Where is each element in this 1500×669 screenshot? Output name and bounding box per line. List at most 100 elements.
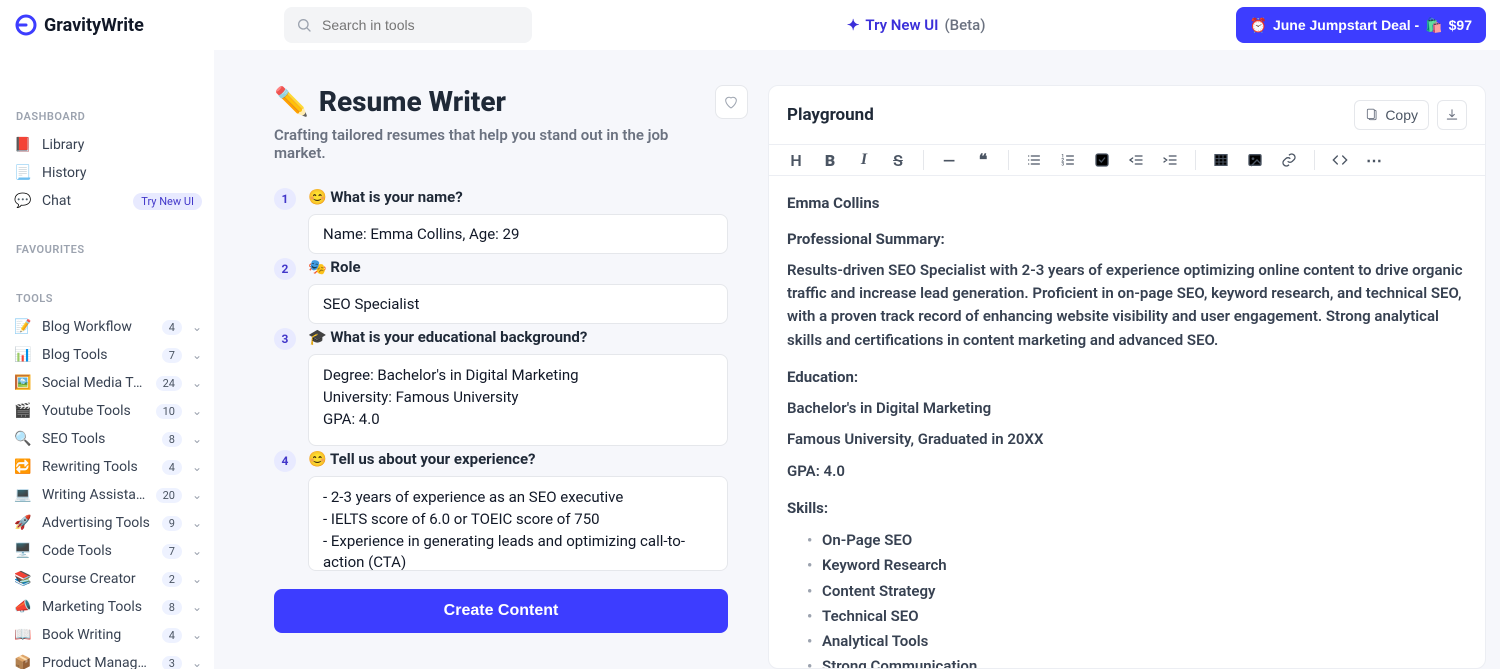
count-badge: 7 bbox=[162, 348, 182, 363]
copy-button[interactable]: Copy bbox=[1354, 100, 1429, 130]
count-badge: 4 bbox=[162, 460, 182, 475]
table-button[interactable] bbox=[1206, 145, 1236, 175]
count-badge: 3 bbox=[162, 656, 182, 669]
section-tools: TOOLS bbox=[16, 292, 202, 305]
question-label: 😊 Tell us about your experience? bbox=[308, 450, 728, 468]
sidebar-item-course-creator[interactable]: 📚 Course Creator 2 ⌄ bbox=[14, 565, 202, 593]
chevron-down-icon: ⌄ bbox=[192, 348, 202, 362]
main: ✏️ Resume Writer Crafting tailored resum… bbox=[214, 50, 1500, 669]
nav-label: Product Managemen bbox=[42, 655, 152, 669]
search-icon bbox=[296, 17, 312, 33]
tag-new: Try New UI bbox=[133, 193, 202, 210]
editor-toolbar: H B I S — ❝ 123 bbox=[769, 144, 1485, 176]
bag-icon: 🛍️ bbox=[1425, 17, 1442, 34]
download-icon bbox=[1445, 108, 1459, 122]
sidebar-item-library[interactable]: 📕 Library bbox=[14, 131, 202, 159]
sidebar-item-marketing-tools[interactable]: 📣 Marketing Tools 8 ⌄ bbox=[14, 593, 202, 621]
sidebar-item-youtube-tools[interactable]: 🎬 Youtube Tools 10 ⌄ bbox=[14, 397, 202, 425]
sidebar-item-history[interactable]: 📃 History bbox=[14, 159, 202, 187]
skill-item: Technical SEO bbox=[797, 604, 1467, 629]
hr-button[interactable]: — bbox=[934, 145, 964, 175]
italic-button[interactable]: I bbox=[849, 145, 879, 175]
question-4: 4 😊 Tell us about your experience? - 2-3… bbox=[274, 450, 728, 571]
sidebar-item-blog-tools[interactable]: 📊 Blog Tools 7 ⌄ bbox=[14, 341, 202, 369]
count-badge: 10 bbox=[156, 404, 182, 419]
question-3: 3 🎓 What is your educational background?… bbox=[274, 328, 728, 446]
outdent-button[interactable] bbox=[1121, 145, 1151, 175]
nav-label: Marketing Tools bbox=[42, 599, 152, 615]
sidebar-item-advertising-tools[interactable]: 🚀 Advertising Tools 9 ⌄ bbox=[14, 509, 202, 537]
section-dashboard: DASHBOARD bbox=[16, 110, 202, 123]
nav-icon: 💬 bbox=[14, 193, 32, 209]
more-button[interactable]: ⋯ bbox=[1359, 145, 1389, 175]
step-number: 4 bbox=[274, 450, 296, 472]
sidebar-item-seo-tools[interactable]: 🔍 SEO Tools 8 ⌄ bbox=[14, 425, 202, 453]
step-number: 1 bbox=[274, 188, 296, 210]
code-button[interactable] bbox=[1325, 145, 1355, 175]
count-badge: 9 bbox=[162, 516, 182, 531]
checklist-button[interactable] bbox=[1087, 145, 1117, 175]
brand-logo[interactable]: GravityWrite bbox=[14, 13, 204, 37]
chevron-down-icon: ⌄ bbox=[192, 404, 202, 418]
out-name: Emma Collins bbox=[787, 192, 1467, 215]
image-button[interactable] bbox=[1240, 145, 1270, 175]
sidebar-item-blog-workflow[interactable]: 📝 Blog Workflow 4 ⌄ bbox=[14, 313, 202, 341]
skill-item: Keyword Research bbox=[797, 553, 1467, 578]
answer-textarea-3[interactable]: Degree: Bachelor's in Digital Marketing … bbox=[308, 354, 728, 446]
nav-label: Book Writing bbox=[42, 627, 152, 643]
sidebar-item-code-tools[interactable]: 🖥️ Code Tools 7 ⌄ bbox=[14, 537, 202, 565]
sidebar-item-product-managemen[interactable]: 📦 Product Managemen 3 ⌄ bbox=[14, 649, 202, 669]
nav-label: Chat bbox=[42, 193, 123, 209]
indent-button[interactable] bbox=[1155, 145, 1185, 175]
nav-icon: 🔁 bbox=[14, 459, 32, 475]
question-label: 🎓 What is your educational background? bbox=[308, 328, 728, 346]
nav-icon: 🚀 bbox=[14, 515, 32, 531]
download-button[interactable] bbox=[1437, 100, 1467, 130]
search-input[interactable] bbox=[322, 17, 520, 33]
chevron-down-icon: ⌄ bbox=[192, 628, 202, 642]
nav-label: Library bbox=[42, 137, 202, 153]
ol-button[interactable]: 123 bbox=[1053, 145, 1083, 175]
deal-button[interactable]: ⏰ June Jumpstart Deal - 🛍️ $97 bbox=[1236, 7, 1487, 43]
answer-input-2[interactable] bbox=[308, 284, 728, 324]
tool-subtitle: Crafting tailored resumes that help you … bbox=[274, 126, 715, 162]
link-button[interactable] bbox=[1274, 145, 1304, 175]
nav-icon: 📝 bbox=[14, 319, 32, 335]
nav-label: Blog Workflow bbox=[42, 319, 152, 335]
logo-icon bbox=[14, 13, 38, 37]
nav-label: Social Media Tools bbox=[42, 375, 146, 391]
answer-input-1[interactable] bbox=[308, 214, 728, 254]
strike-button[interactable]: S bbox=[883, 145, 913, 175]
chevron-down-icon: ⌄ bbox=[192, 320, 202, 334]
try-new-ui-link[interactable]: ✦ Try New UI (Beta) bbox=[847, 16, 986, 34]
ul-button[interactable] bbox=[1019, 145, 1049, 175]
nav-icon: 📖 bbox=[14, 627, 32, 643]
count-badge: 20 bbox=[156, 488, 182, 503]
chevron-down-icon: ⌄ bbox=[192, 432, 202, 446]
sidebar-item-writing-assistant[interactable]: 💻 Writing Assistant 20 ⌄ bbox=[14, 481, 202, 509]
quote-button[interactable]: ❝ bbox=[968, 145, 998, 175]
sidebar-item-rewriting-tools[interactable]: 🔁 Rewriting Tools 4 ⌄ bbox=[14, 453, 202, 481]
sidebar-item-chat[interactable]: 💬 Chat Try New UI bbox=[14, 187, 202, 215]
bold-button[interactable]: B bbox=[815, 145, 845, 175]
nav-icon: 🔍 bbox=[14, 431, 32, 447]
sidebar-item-book-writing[interactable]: 📖 Book Writing 4 ⌄ bbox=[14, 621, 202, 649]
editor-content[interactable]: Emma Collins Professional Summary: Resul… bbox=[769, 176, 1485, 668]
skill-item: On-Page SEO bbox=[797, 528, 1467, 553]
nav-label: Youtube Tools bbox=[42, 403, 146, 419]
nav-label: Writing Assistant bbox=[42, 487, 146, 503]
search-input-wrap[interactable] bbox=[284, 7, 532, 43]
heart-icon bbox=[723, 94, 739, 110]
create-content-button[interactable]: Create Content bbox=[274, 589, 728, 633]
sidebar-item-social-media-tools[interactable]: 🖼️ Social Media Tools 24 ⌄ bbox=[14, 369, 202, 397]
chevron-down-icon: ⌄ bbox=[192, 488, 202, 502]
svg-text:3: 3 bbox=[1061, 161, 1064, 167]
chevron-down-icon: ⌄ bbox=[192, 516, 202, 530]
favourite-button[interactable] bbox=[715, 85, 748, 119]
answer-textarea-4[interactable]: - 2-3 years of experience as an SEO exec… bbox=[308, 476, 728, 571]
chevron-down-icon: ⌄ bbox=[192, 600, 202, 614]
step-number: 2 bbox=[274, 258, 296, 280]
nav-label: Course Creator bbox=[42, 571, 152, 587]
count-badge: 2 bbox=[162, 572, 182, 587]
heading-button[interactable]: H bbox=[781, 145, 811, 175]
